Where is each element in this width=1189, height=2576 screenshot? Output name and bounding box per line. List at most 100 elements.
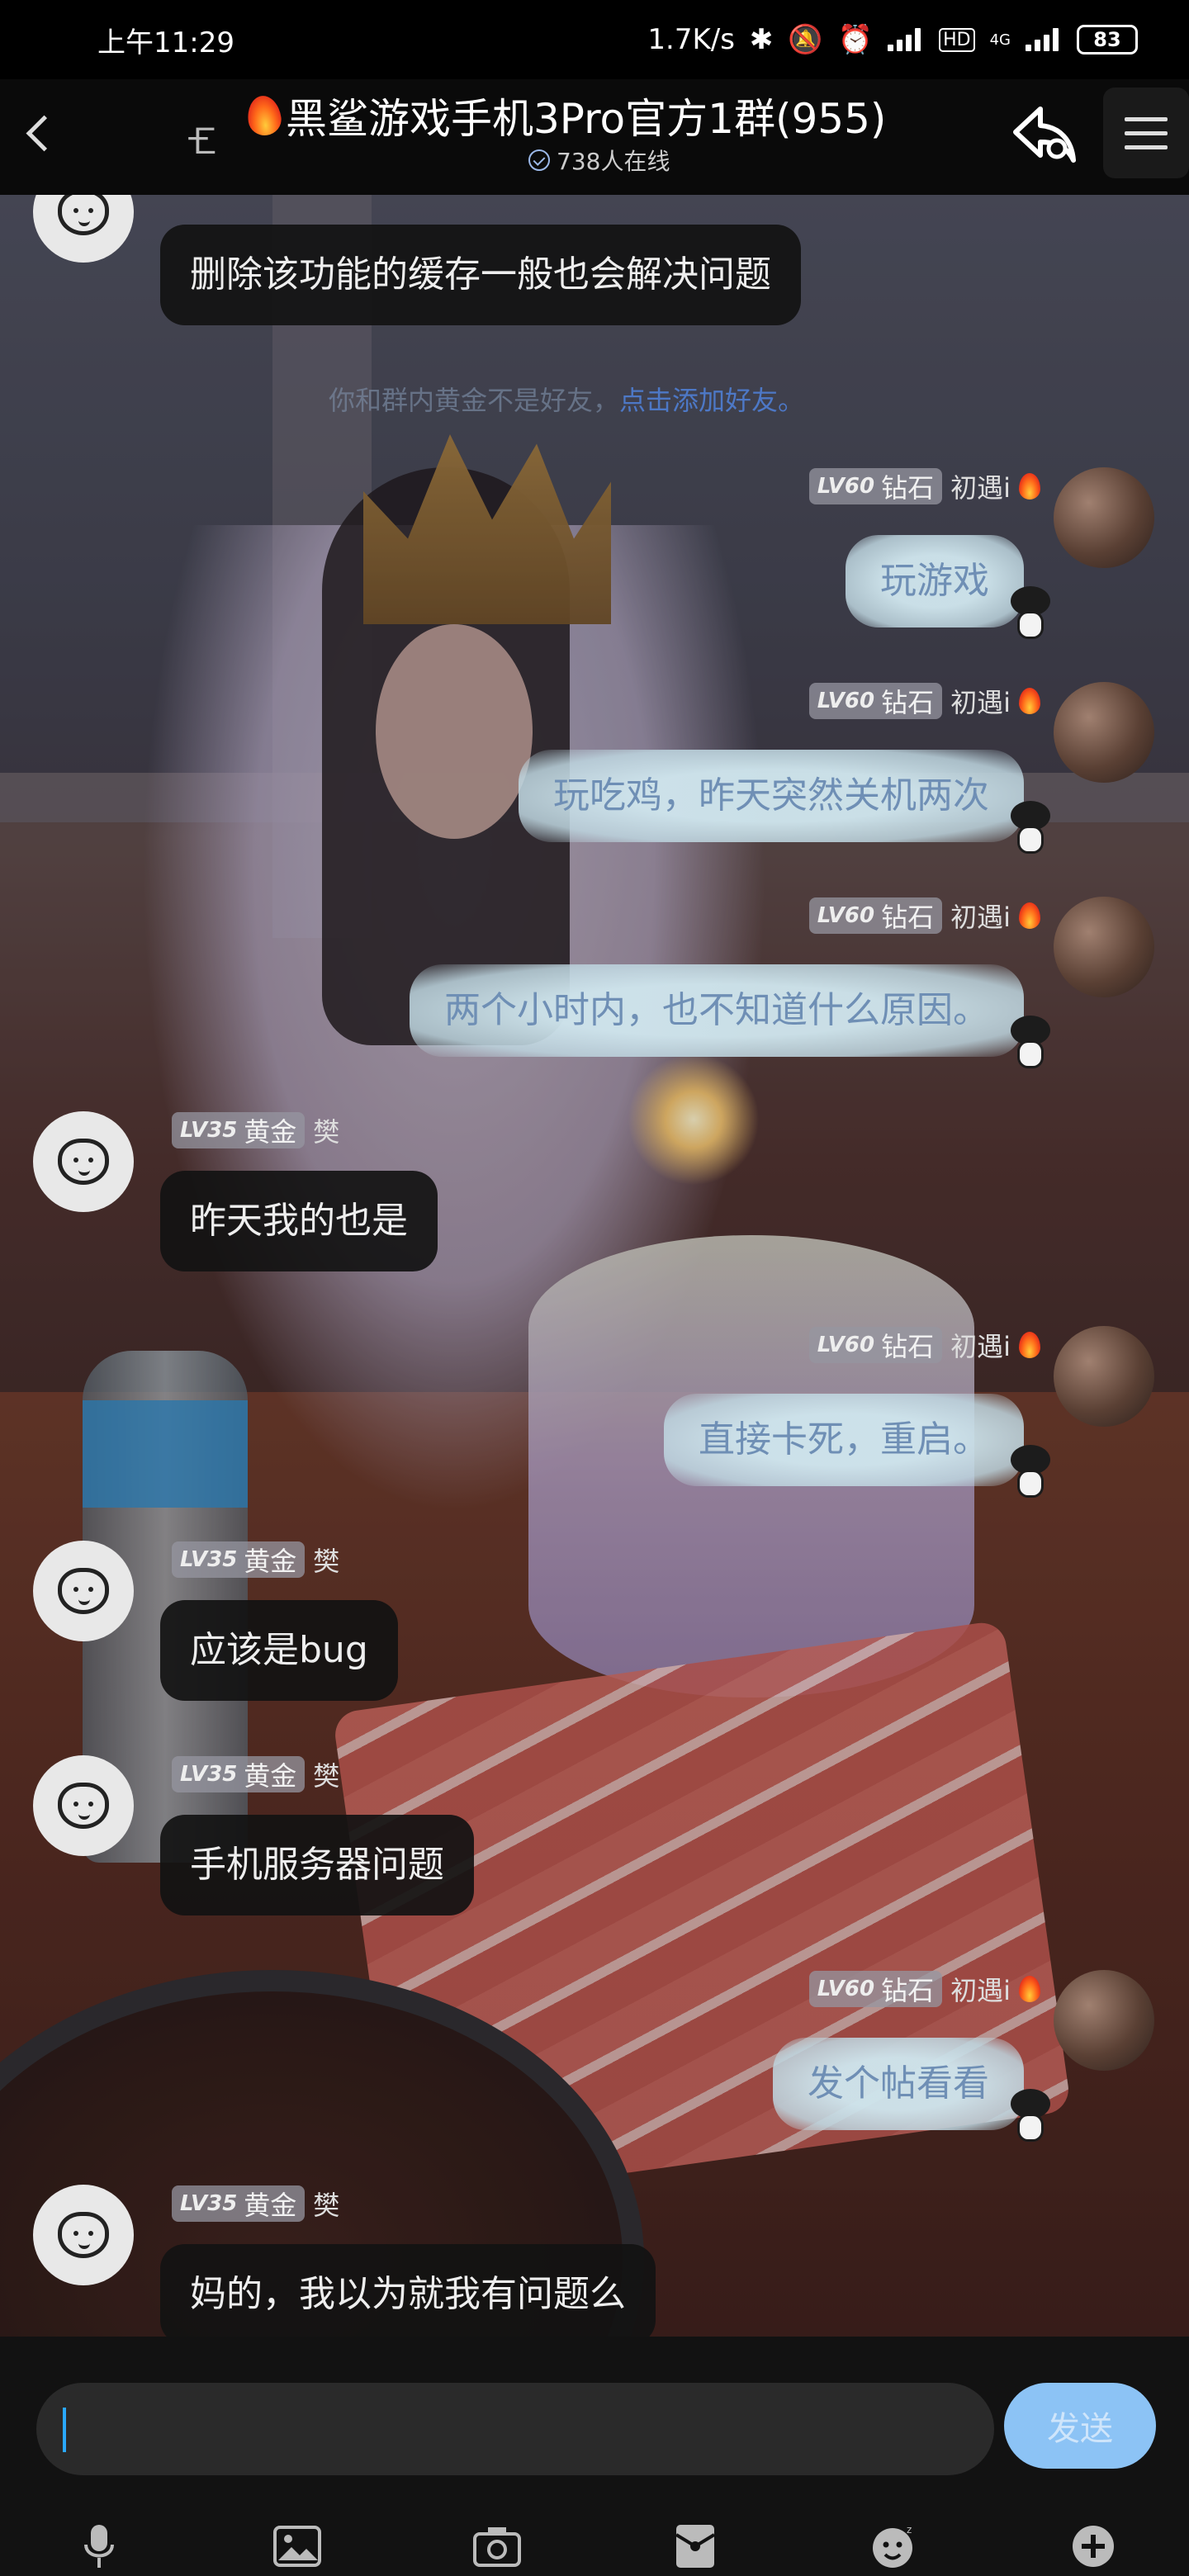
message-bubble[interactable]: 昨天我的也是 (160, 1171, 438, 1271)
level-badge: LV60 钻石 (808, 1327, 943, 1363)
send-button[interactable]: 发送 (1004, 2383, 1156, 2469)
pet-icon (1007, 2089, 1054, 2145)
microphone-icon[interactable] (74, 2523, 124, 2569)
plus-icon[interactable] (1068, 2523, 1118, 2569)
message-bubble[interactable]: 两个小时内，也不知道什么原因。 (410, 964, 1024, 1057)
message-text: 妈的，我以为就我有问题么 (190, 2273, 626, 2315)
hd-icon: HD (939, 27, 975, 52)
message-text: 手机服务器问题 (190, 1844, 444, 1886)
message-meta: LV35 黄金 樊 (172, 1541, 339, 1579)
message-text: 玩吃鸡，昨天突然关机两次 (553, 774, 989, 817)
camera-icon[interactable] (472, 2523, 522, 2569)
network-speed: 1.7K/s (647, 23, 735, 56)
level-badge: LV60 钻石 (808, 1971, 943, 2007)
message-bubble[interactable]: 玩吃鸡，昨天突然关机两次 (519, 750, 1024, 842)
avatar[interactable] (33, 2185, 134, 2285)
message-text: 应该是bug (190, 1629, 368, 1671)
sender-name: 初遇i (950, 1331, 1011, 1362)
input-bar: 发送 z (0, 2337, 1189, 2576)
fire-icon (1019, 902, 1040, 929)
svg-text:z: z (907, 2524, 912, 2536)
system-tip: 你和群内黄金不是好友，点击添加好友。 (329, 380, 804, 418)
message-bubble[interactable]: 玩游戏 (846, 535, 1024, 627)
pet-icon (1007, 1445, 1054, 1501)
message-text: 玩游戏 (880, 560, 989, 602)
avatar[interactable] (1054, 1326, 1154, 1427)
sender-name: 初遇i (950, 472, 1011, 504)
level-badge: LV60 钻石 (808, 897, 943, 934)
status-time: 上午11:29 (97, 26, 234, 59)
message-meta: LV60 钻石 初遇i (808, 682, 1040, 720)
sender-name: 初遇i (950, 902, 1011, 933)
avatar[interactable] (33, 1111, 134, 1212)
online-count: 738人在线 (528, 144, 670, 177)
message-text: 发个帖看看 (808, 2062, 989, 2105)
message-input[interactable] (36, 2383, 994, 2475)
message-bubble[interactable]: 发个帖看看 (773, 2038, 1024, 2130)
menu-button[interactable] (1103, 88, 1189, 178)
message-meta: LV60 钻石 初遇i (808, 1970, 1040, 2008)
message-text: 两个小时内，也不知道什么原因。 (444, 989, 989, 1031)
add-friend-link[interactable]: 点击添加好友。 (619, 385, 804, 416)
message-bubble[interactable]: 妈的，我以为就我有问题么 (160, 2244, 656, 2337)
avatar[interactable] (33, 195, 134, 263)
battery-icon: 83 (1077, 25, 1138, 54)
mute-icon: 🔕 (788, 23, 823, 56)
level-badge: LV35 黄金 (172, 1541, 306, 1578)
fire-icon (244, 93, 284, 138)
signal-icon-2 (1026, 28, 1062, 51)
level-badge: LV35 黄金 (172, 2185, 306, 2222)
fire-icon (1019, 1976, 1040, 2002)
verified-icon (528, 149, 550, 171)
share-icon[interactable] (1007, 102, 1082, 168)
pet-icon (1007, 1016, 1054, 1072)
sender-name: 樊 (313, 1760, 340, 1792)
online-count-text: 738人在线 (557, 148, 670, 175)
chat-area[interactable]: 删除该功能的缓存一般也会解决问题 你和群内黄金不是好友，点击添加好友。 LV60… (0, 195, 1189, 2337)
text-caret (63, 2408, 66, 2452)
network-type: 4G (989, 31, 1011, 49)
earpiece-mode-icon[interactable]: 🝗 (187, 101, 216, 175)
level-badge: LV35 黄金 (172, 1112, 306, 1148)
avatar[interactable] (33, 1755, 134, 1856)
level-badge: LV35 黄金 (172, 1756, 306, 1792)
sender-name: 樊 (313, 1116, 340, 1148)
pet-icon (1007, 801, 1054, 857)
system-tip-text: 你和群内黄金不是好友， (329, 385, 620, 416)
message-text: 直接卡死，重启。 (699, 1418, 989, 1461)
message-bubble[interactable]: 应该是bug (160, 1600, 398, 1701)
message-bubble[interactable]: 直接卡死，重启。 (664, 1394, 1024, 1486)
status-bar: 上午11:29 1.7K/s ✱ 🔕 ⏰ HD 4G 83 (0, 0, 1189, 79)
avatar[interactable] (1054, 897, 1154, 997)
group-title[interactable]: 黑鲨游戏手机3Pro官方1群(955) (244, 86, 908, 145)
signal-icon (888, 28, 924, 51)
back-button[interactable] (15, 104, 73, 162)
avatar[interactable] (1054, 682, 1154, 783)
sender-name: 初遇i (950, 1975, 1011, 2006)
avatar[interactable] (1054, 467, 1154, 568)
red-packet-icon[interactable] (670, 2523, 720, 2569)
level-badge: LV60 钻石 (808, 468, 943, 504)
message-meta: LV60 钻石 初遇i (808, 1326, 1040, 1364)
fire-icon (1019, 688, 1040, 714)
avatar[interactable] (1054, 1970, 1154, 2071)
message-bubble[interactable]: 删除该功能的缓存一般也会解决问题 (160, 225, 801, 325)
message-text: 删除该功能的缓存一般也会解决问题 (190, 253, 771, 296)
message-bubble[interactable]: 手机服务器问题 (160, 1815, 474, 1915)
bluetooth-icon: ✱ (749, 23, 774, 56)
alarm-icon: ⏰ (837, 23, 874, 56)
sender-name: 樊 (313, 2190, 340, 2221)
chat-header: 🝗 黑鲨游戏手机3Pro官方1群(955) 738人在线 (0, 79, 1189, 195)
fire-icon (1019, 473, 1040, 500)
image-icon[interactable] (272, 2523, 322, 2569)
group-title-text: 黑鲨游戏手机3Pro官方1群(955) (286, 95, 887, 143)
avatar[interactable] (33, 1541, 134, 1641)
sender-name: 樊 (313, 1546, 340, 1577)
pet-icon (1007, 586, 1054, 642)
level-badge: LV60 钻石 (808, 683, 943, 719)
fire-icon (1019, 1332, 1040, 1358)
emoji-icon[interactable]: z (869, 2523, 918, 2569)
sender-name: 初遇i (950, 687, 1011, 718)
message-text: 昨天我的也是 (190, 1200, 408, 1242)
message-meta: LV60 钻石 初遇i (808, 467, 1040, 505)
